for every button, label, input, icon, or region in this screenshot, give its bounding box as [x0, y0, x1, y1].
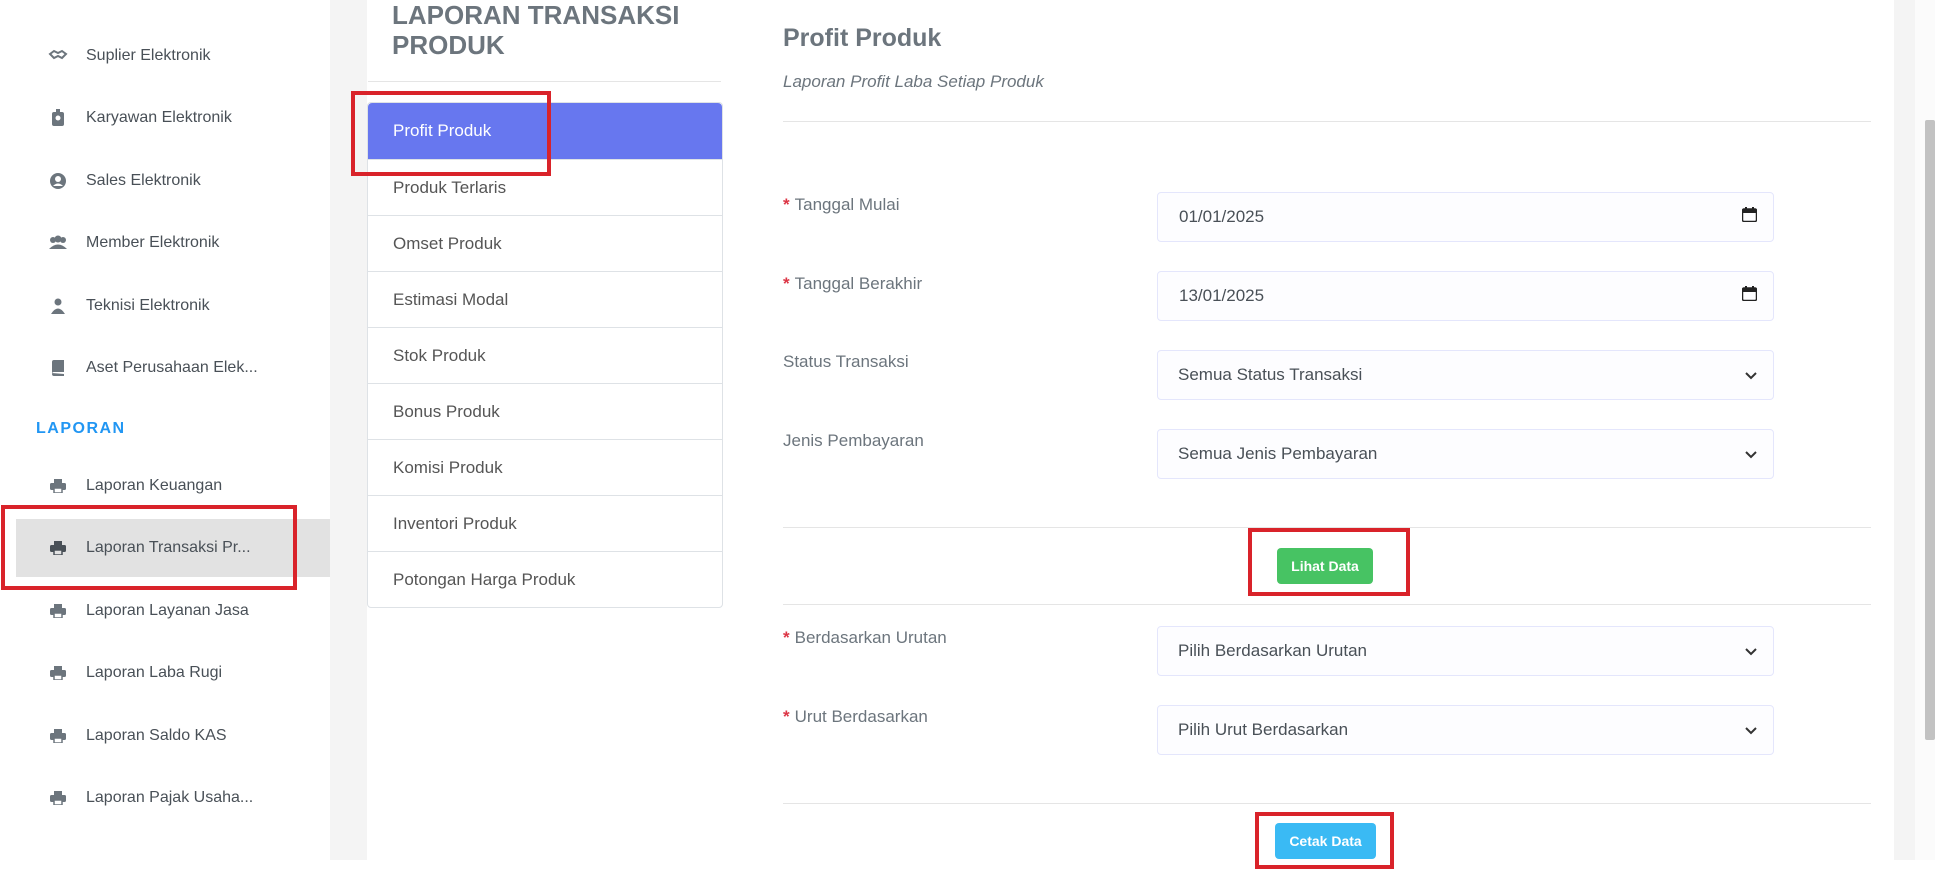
field-value: Pilih Urut Berdasarkan	[1178, 720, 1349, 739]
sidebar-item-laporan-saldo-kas[interactable]: Laporan Saldo KAS	[16, 707, 330, 765]
required-marker: *	[783, 274, 790, 293]
bottom-strip	[0, 860, 1935, 870]
tanggal-mulai-input[interactable]: 01/01/2025	[1157, 192, 1774, 242]
print-icon	[48, 476, 68, 496]
page-subtitle: Laporan Profit Laba Setiap Produk	[783, 72, 1044, 91]
menu-item-stok-produk[interactable]: Stok Produk	[368, 327, 722, 383]
print-icon	[48, 663, 68, 683]
chevron-down-icon	[1745, 365, 1757, 385]
sidebar-item-label: Laporan Layanan Jasa	[86, 602, 249, 619]
jenis-pembayaran-select[interactable]: Semua Jenis Pembayaran	[1157, 429, 1774, 479]
users-icon	[48, 233, 68, 253]
scrollbar-thumb[interactable]	[1925, 120, 1935, 740]
sidebar-item-label: Laporan Transaksi Pr...	[86, 539, 251, 556]
menu-item-estimasi-modal[interactable]: Estimasi Modal	[368, 271, 722, 327]
label-tanggal-berakhir: * Tanggal Berakhir	[783, 274, 923, 293]
divider	[783, 604, 1871, 605]
sidebar-item-teknisi[interactable]: Teknisi Elektronik	[16, 277, 330, 335]
field-value: Pilih Berdasarkan Urutan	[1178, 641, 1367, 660]
sidebar-item-laporan-layanan[interactable]: Laporan Layanan Jasa	[16, 582, 330, 640]
id-badge-icon	[48, 108, 68, 128]
berdasarkan-urutan-select[interactable]: Pilih Berdasarkan Urutan	[1157, 626, 1774, 676]
chevron-down-icon	[1745, 444, 1757, 464]
sidebar-item-laporan-pajak[interactable]: Laporan Pajak Usaha...	[16, 769, 330, 827]
divider	[783, 121, 1871, 122]
required-marker: *	[783, 628, 790, 647]
field-value: Semua Jenis Pembayaran	[1178, 444, 1378, 463]
chevron-down-icon	[1745, 720, 1757, 740]
sidebar-item-aset[interactable]: Aset Perusahaan Elek...	[16, 339, 330, 397]
lihat-data-button[interactable]: Lihat Data	[1277, 548, 1373, 584]
tanggal-berakhir-input[interactable]: 13/01/2025	[1157, 271, 1774, 321]
panel-title: LAPORAN TRANSAKSI PRODUK	[392, 0, 680, 60]
sidebar-item-suplier[interactable]: Suplier Elektronik	[16, 27, 330, 85]
sidebar-item-label: Laporan Pajak Usaha...	[86, 789, 254, 806]
chevron-down-icon	[1745, 641, 1757, 661]
sidebar-item-laporan-transaksi[interactable]: Laporan Transaksi Pr...	[16, 519, 330, 577]
sidebar-item-karyawan[interactable]: Karyawan Elektronik	[16, 89, 330, 147]
divider	[368, 81, 721, 82]
calendar-icon[interactable]	[1741, 207, 1758, 227]
print-icon	[48, 601, 68, 621]
section-header-laporan: LAPORAN	[36, 420, 126, 437]
required-marker: *	[783, 707, 790, 726]
sidebar-item-label: Laporan Laba Rugi	[86, 664, 223, 681]
sidebar-item-label: Karyawan Elektronik	[86, 109, 232, 126]
sidebar-item-sales[interactable]: Sales Elektronik	[16, 152, 330, 210]
label-berdasarkan-urutan: * Berdasarkan Urutan	[783, 628, 947, 647]
label-urut-berdasarkan: * Urut Berdasarkan	[783, 707, 928, 726]
label-jenis-pembayaran: Jenis Pembayaran	[783, 431, 924, 450]
menu-item-potongan-harga-produk[interactable]: Potongan Harga Produk	[368, 551, 722, 607]
sidebar: Suplier Elektronik Karyawan Elektronik S…	[0, 0, 330, 860]
sidebar-item-label: Teknisi Elektronik	[86, 297, 210, 314]
sidebar-item-label: Laporan Saldo KAS	[86, 727, 227, 744]
sidebar-item-label: Aset Perusahaan Elek...	[86, 359, 258, 376]
handshake-icon	[48, 46, 68, 66]
print-icon	[48, 726, 68, 746]
field-value: Semua Status Transaksi	[1178, 365, 1363, 384]
user-icon	[48, 296, 68, 316]
menu-item-omset-produk[interactable]: Omset Produk	[368, 215, 722, 271]
required-marker: *	[783, 195, 790, 214]
sidebar-item-label: Laporan Keuangan	[86, 477, 223, 494]
menu-item-bonus-produk[interactable]: Bonus Produk	[368, 383, 722, 439]
sidebar-item-laporan-keuangan[interactable]: Laporan Keuangan	[16, 457, 330, 515]
page-title: Profit Produk	[783, 24, 942, 52]
menu-item-produk-terlaris[interactable]: Produk Terlaris	[368, 159, 722, 215]
field-value: 13/01/2025	[1179, 286, 1265, 305]
user-circle-icon	[48, 171, 68, 191]
urut-berdasarkan-select[interactable]: Pilih Urut Berdasarkan	[1157, 705, 1774, 755]
field-value: 01/01/2025	[1179, 207, 1265, 226]
sidebar-item-label: Sales Elektronik	[86, 172, 201, 189]
status-transaksi-select[interactable]: Semua Status Transaksi	[1157, 350, 1774, 400]
sidebar-item-member[interactable]: Member Elektronik	[16, 214, 330, 272]
menu-item-inventori-produk[interactable]: Inventori Produk	[368, 495, 722, 551]
divider	[783, 803, 1871, 804]
report-menu: Profit Produk Produk Terlaris Omset Prod…	[367, 102, 723, 608]
sidebar-item-laporan-laba-rugi[interactable]: Laporan Laba Rugi	[16, 644, 330, 702]
sidebar-item-label: Member Elektronik	[86, 234, 220, 251]
label-tanggal-mulai: * Tanggal Mulai	[783, 195, 900, 214]
cetak-data-button[interactable]: Cetak Data	[1275, 823, 1376, 859]
label-status-transaksi: Status Transaksi	[783, 352, 909, 371]
sidebar-item-label: Suplier Elektronik	[86, 47, 211, 64]
print-icon	[48, 538, 68, 558]
divider	[783, 527, 1871, 528]
menu-item-komisi-produk[interactable]: Komisi Produk	[368, 439, 722, 495]
print-icon	[48, 788, 68, 808]
book-icon	[48, 358, 68, 378]
menu-item-profit-produk[interactable]: Profit Produk	[368, 103, 722, 159]
calendar-icon[interactable]	[1741, 286, 1758, 306]
